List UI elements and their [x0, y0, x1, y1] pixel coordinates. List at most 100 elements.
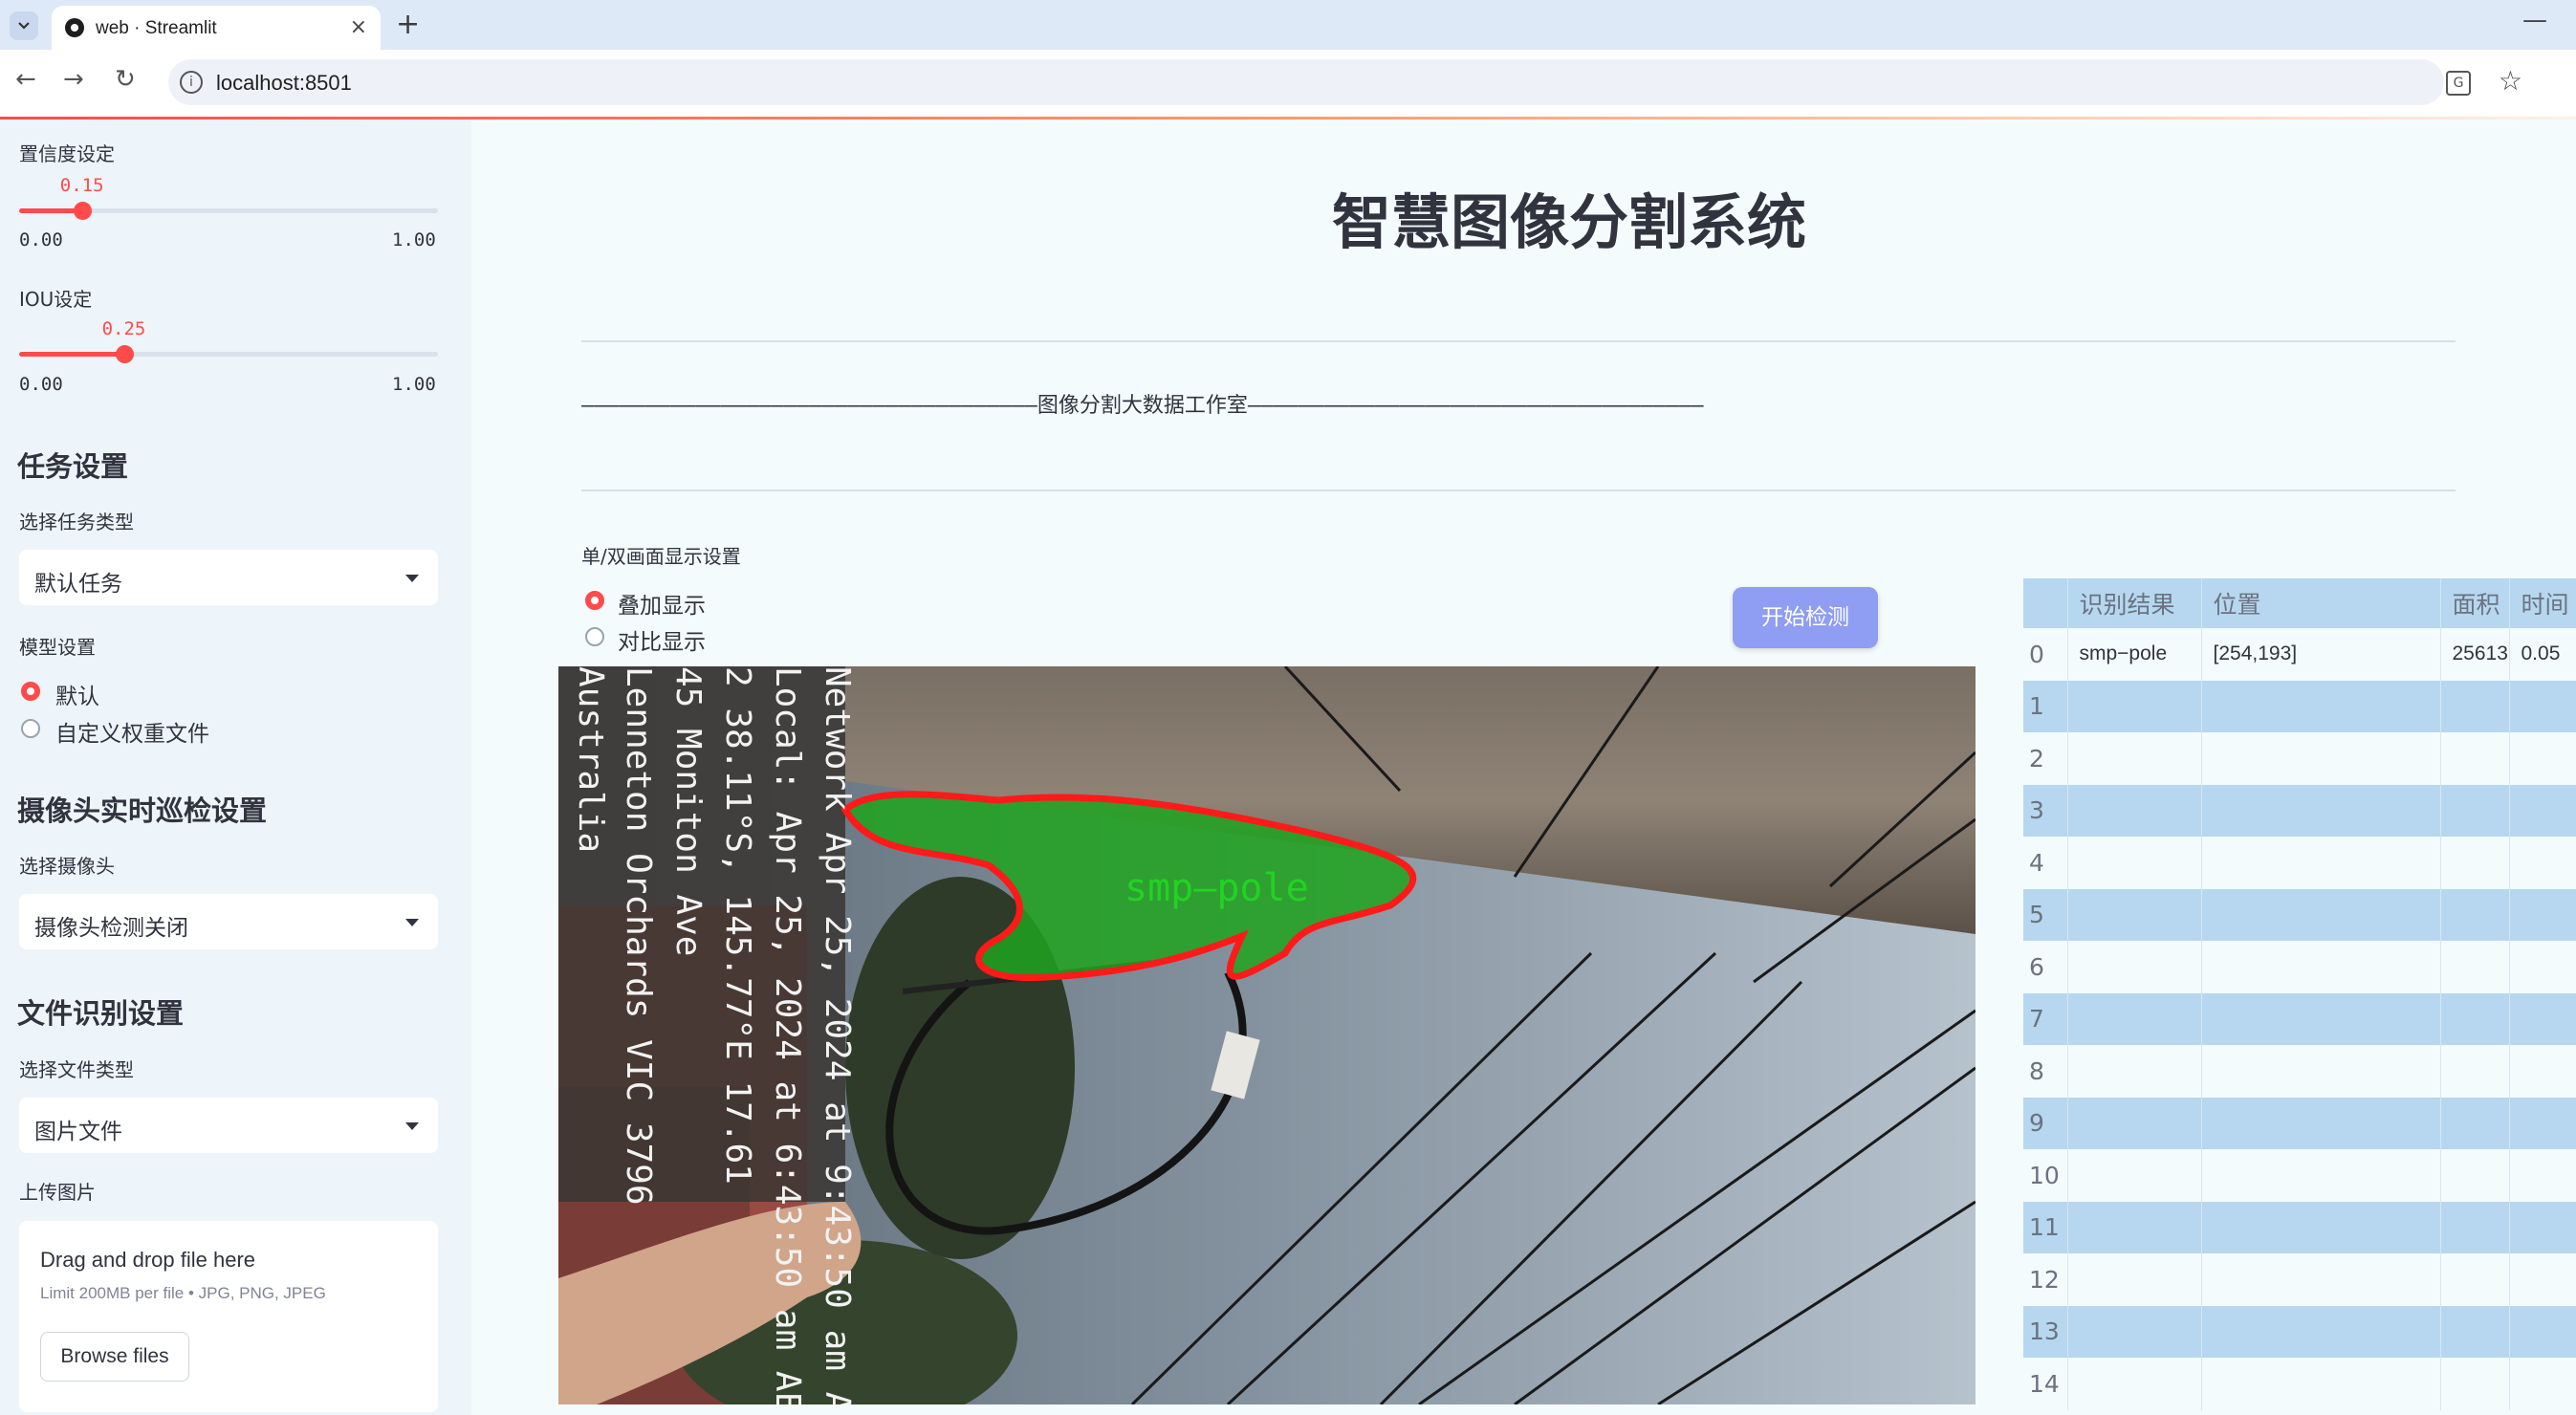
table-cell[interactable] [2201, 941, 2441, 993]
address-url[interactable]: localhost:8501 [216, 71, 352, 96]
row-index[interactable]: 3 [2023, 784, 2068, 837]
table-cell[interactable] [2067, 837, 2202, 889]
row-index[interactable]: 7 [2023, 992, 2068, 1045]
table-cell[interactable] [2201, 1305, 2441, 1358]
column-header-result[interactable]: 识别结果 [2067, 578, 2202, 628]
tab-menu-button[interactable] [10, 11, 38, 40]
table-cell[interactable] [2440, 784, 2510, 837]
table-cell[interactable] [2440, 1305, 2510, 1358]
row-index[interactable]: 8 [2023, 1045, 2068, 1098]
column-header-area[interactable]: 面积 [2440, 578, 2510, 628]
table-cell[interactable] [2201, 1149, 2441, 1202]
table-cell[interactable] [2201, 1358, 2441, 1410]
table-cell[interactable] [2509, 992, 2576, 1045]
table-cell[interactable] [2440, 732, 2510, 785]
table-cell[interactable]: 0.05 [2509, 628, 2576, 681]
table-cell[interactable] [2201, 992, 2441, 1045]
browser-tab[interactable]: web · Streamlit × [52, 6, 381, 50]
display-radio-overlay[interactable] [585, 591, 604, 610]
table-cell[interactable] [2440, 837, 2510, 889]
row-index[interactable]: 10 [2023, 1149, 2068, 1202]
table-cell[interactable] [2067, 1305, 2202, 1358]
column-header-time[interactable]: 时间 [2509, 578, 2576, 628]
table-row[interactable]: 8 [2023, 1045, 2576, 1098]
table-cell[interactable]: smp−pole [2067, 628, 2202, 681]
back-icon[interactable]: ← [15, 65, 36, 94]
table-row[interactable]: 1 [2023, 680, 2576, 732]
row-index[interactable]: 4 [2023, 837, 2068, 889]
translate-icon[interactable]: G [2446, 71, 2471, 96]
table-cell[interactable] [2067, 732, 2202, 785]
display-option-compare-label[interactable]: 对比显示 [618, 623, 706, 656]
table-row[interactable]: 12 [2023, 1253, 2576, 1306]
table-cell[interactable] [2440, 1149, 2510, 1202]
table-cell[interactable] [2440, 888, 2510, 941]
table-cell[interactable] [2509, 888, 2576, 941]
row-index[interactable]: 0 [2023, 628, 2068, 681]
file-dropzone[interactable]: Drag and drop file here Limit 200MB per … [19, 1221, 438, 1412]
start-detection-button[interactable]: 开始检测 [1733, 587, 1878, 648]
iou-slider[interactable] [19, 345, 438, 363]
table-cell[interactable] [2201, 837, 2441, 889]
table-row[interactable]: 7 [2023, 992, 2576, 1045]
table-cell[interactable] [2509, 941, 2576, 993]
row-index[interactable]: 11 [2023, 1201, 2068, 1253]
display-option-overlay-label[interactable]: 叠加显示 [618, 587, 706, 620]
table-cell[interactable] [2201, 784, 2441, 837]
model-radio-custom[interactable] [21, 719, 40, 738]
table-cell[interactable] [2067, 992, 2202, 1045]
table-cell[interactable] [2201, 680, 2441, 732]
table-cell[interactable] [2067, 941, 2202, 993]
table-row[interactable]: 3 [2023, 784, 2576, 837]
table-cell[interactable] [2440, 1253, 2510, 1306]
column-header-index[interactable] [2023, 578, 2068, 628]
reload-icon[interactable]: ↻ [115, 65, 136, 94]
table-cell[interactable] [2067, 1097, 2202, 1149]
table-cell[interactable] [2440, 1097, 2510, 1149]
model-radio-default[interactable] [21, 682, 40, 701]
display-radio-compare[interactable] [585, 627, 604, 646]
table-cell[interactable]: [254,193] [2201, 628, 2441, 681]
model-option-custom-label[interactable]: 自定义权重文件 [55, 715, 209, 748]
row-index[interactable]: 5 [2023, 888, 2068, 941]
iou-slider-thumb[interactable] [115, 345, 134, 363]
table-cell[interactable] [2067, 1045, 2202, 1098]
table-cell[interactable] [2067, 1201, 2202, 1253]
table-cell[interactable] [2440, 992, 2510, 1045]
table-cell[interactable]: 25613 [2440, 628, 2510, 681]
table-cell[interactable] [2509, 1149, 2576, 1202]
minimize-icon[interactable]: — [2522, 6, 2547, 34]
table-row[interactable]: 11 [2023, 1201, 2576, 1253]
row-index[interactable]: 13 [2023, 1305, 2068, 1358]
table-cell[interactable] [2509, 680, 2576, 732]
table-cell[interactable] [2067, 680, 2202, 732]
table-cell[interactable] [2509, 784, 2576, 837]
table-row[interactable]: 10 [2023, 1149, 2576, 1202]
table-row[interactable]: 0 smp−pole [254,193] 25613 0.05 [2023, 628, 2576, 681]
table-cell[interactable] [2067, 1358, 2202, 1410]
browse-files-button[interactable]: Browse files [40, 1332, 189, 1382]
table-cell[interactable] [2201, 1253, 2441, 1306]
row-index[interactable]: 9 [2023, 1097, 2068, 1149]
new-tab-icon[interactable]: + [396, 8, 420, 41]
table-cell[interactable] [2509, 1201, 2576, 1253]
table-cell[interactable] [2201, 1045, 2441, 1098]
table-cell[interactable] [2509, 837, 2576, 889]
row-index[interactable]: 1 [2023, 680, 2068, 732]
confidence-slider-thumb[interactable] [73, 202, 92, 220]
table-cell[interactable] [2067, 888, 2202, 941]
row-index[interactable]: 6 [2023, 941, 2068, 993]
table-cell[interactable] [2440, 1045, 2510, 1098]
table-cell[interactable] [2509, 1358, 2576, 1410]
address-bar[interactable]: i localhost:8501 [168, 59, 2444, 105]
column-header-position[interactable]: 位置 [2201, 578, 2441, 628]
bookmark-star-icon[interactable]: ☆ [2499, 65, 2522, 97]
table-row[interactable]: 9 [2023, 1097, 2576, 1149]
row-index[interactable]: 2 [2023, 732, 2068, 785]
table-cell[interactable] [2509, 732, 2576, 785]
table-cell[interactable] [2509, 1097, 2576, 1149]
table-cell[interactable] [2201, 888, 2441, 941]
file-type-select[interactable]: 图片文件 [19, 1098, 438, 1153]
table-row[interactable]: 2 [2023, 732, 2576, 785]
forward-icon[interactable]: → [63, 65, 84, 94]
